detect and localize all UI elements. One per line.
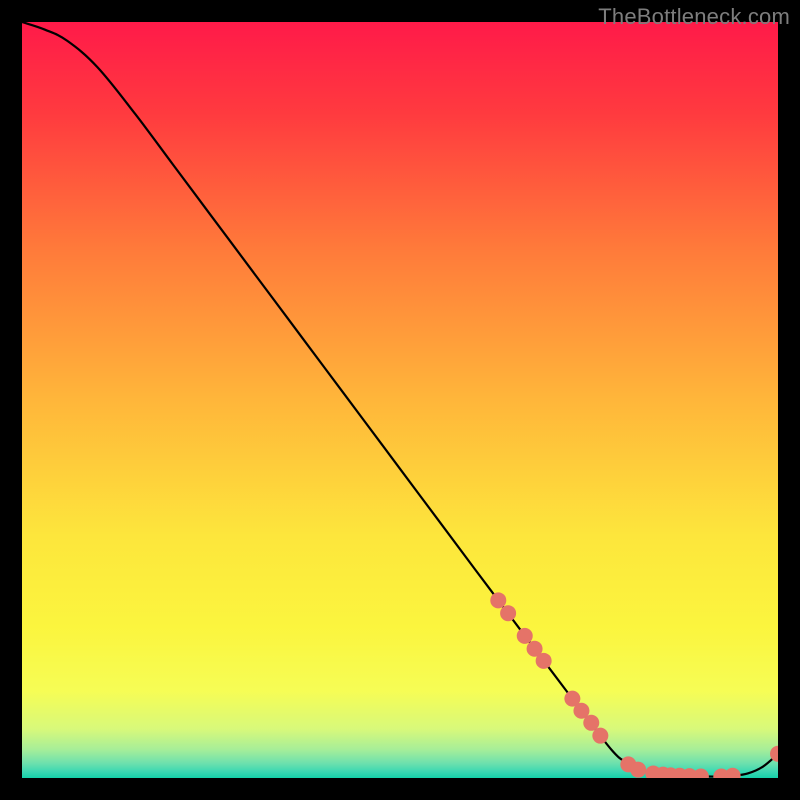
highlighted-point	[592, 728, 608, 744]
highlighted-point	[490, 592, 506, 608]
highlighted-point	[536, 653, 552, 669]
highlighted-point	[517, 628, 533, 644]
highlighted-point	[630, 762, 646, 778]
watermark-text: TheBottleneck.com	[598, 4, 790, 30]
chart-plot-area	[22, 22, 778, 778]
chart-svg	[22, 22, 778, 778]
chart-stage: TheBottleneck.com	[0, 0, 800, 800]
highlighted-point	[583, 715, 599, 731]
chart-background-gradient	[22, 22, 778, 778]
highlighted-point	[500, 605, 516, 621]
